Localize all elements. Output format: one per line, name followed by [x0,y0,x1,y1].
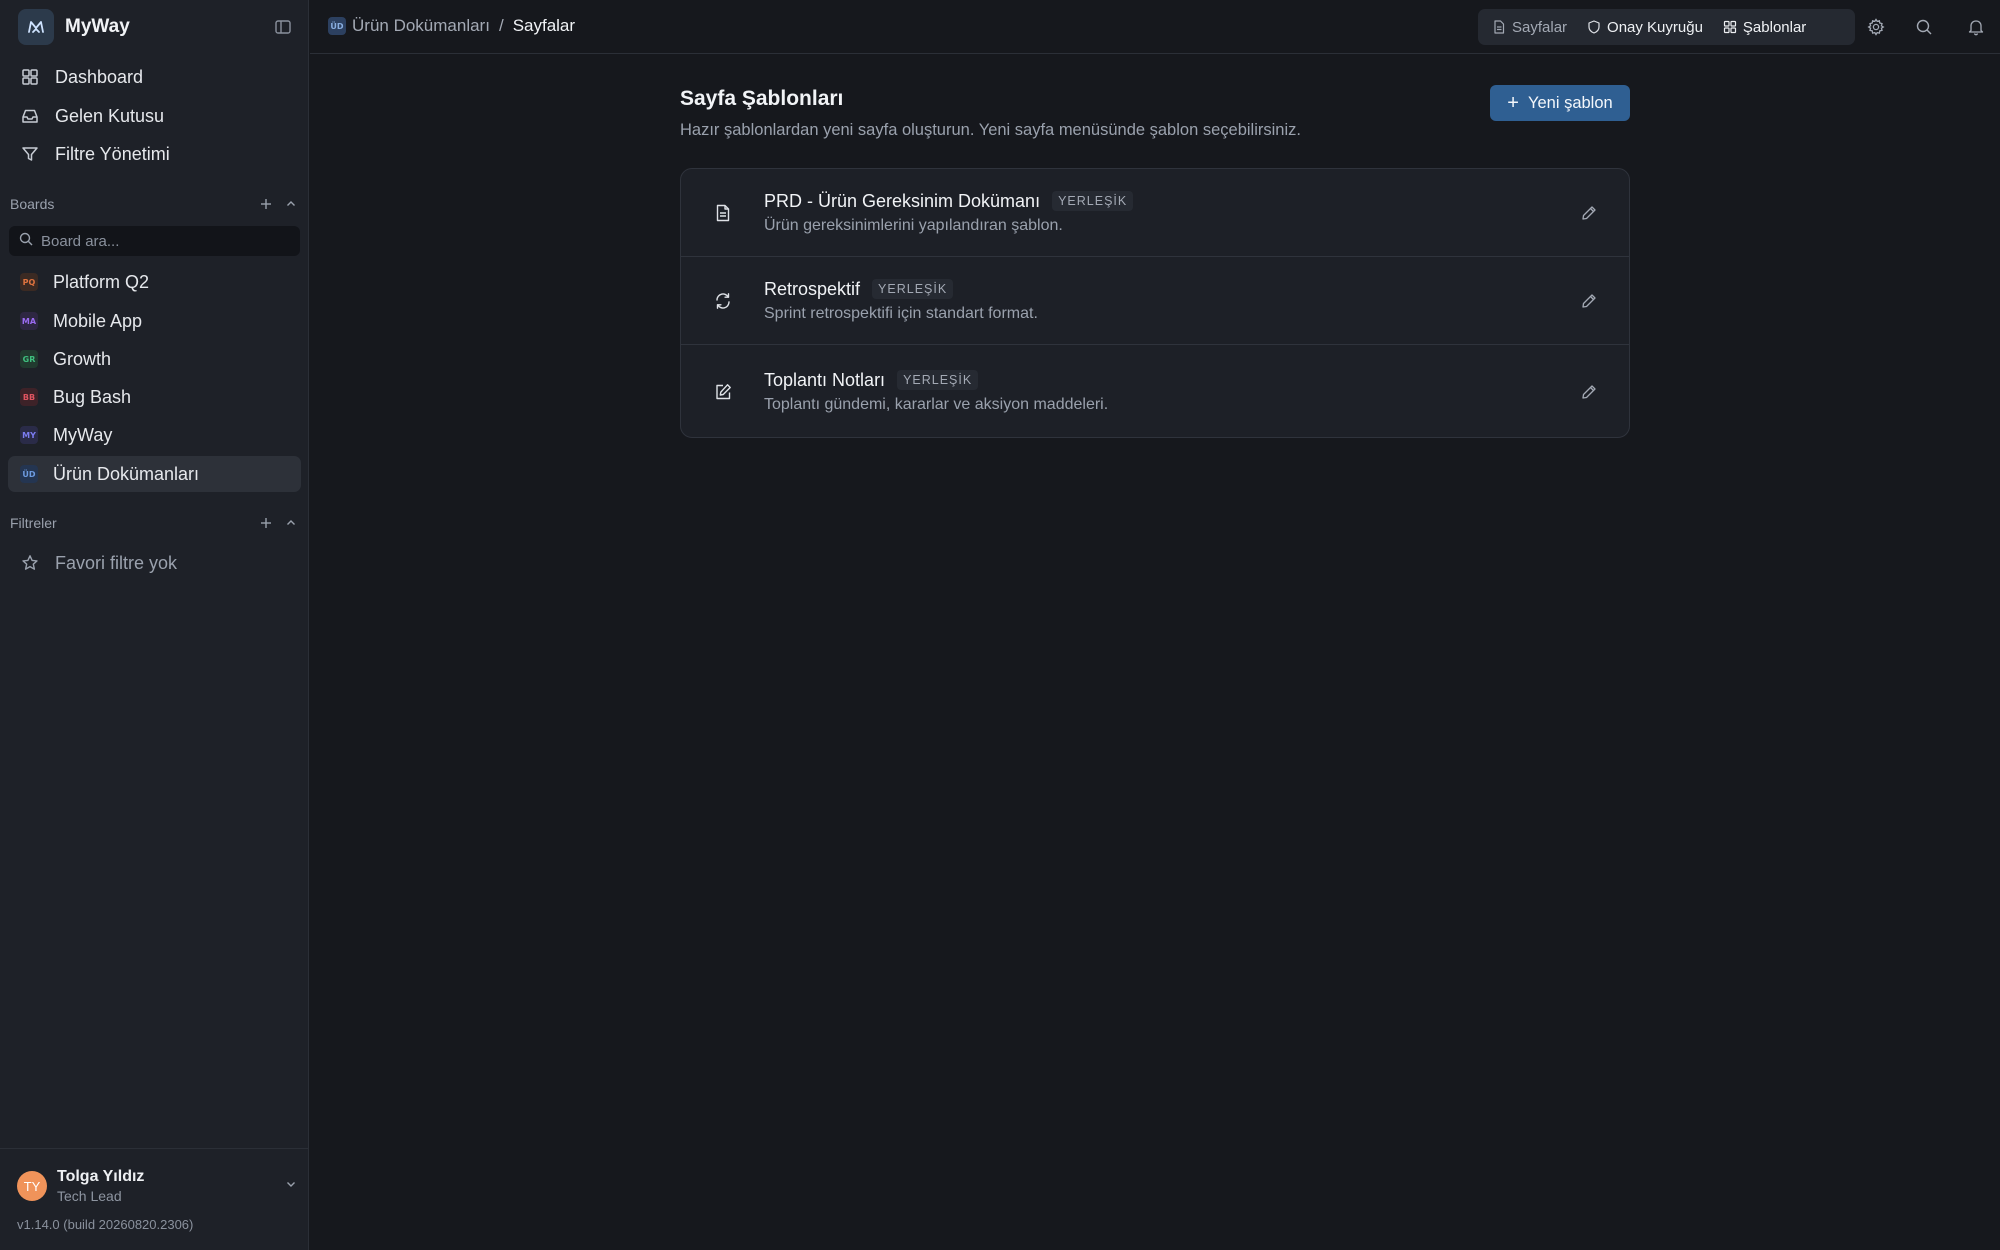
board-badge: ÜD [20,465,38,483]
tab-approval-queue[interactable]: Onay Kuyruğu [1577,13,1713,41]
document-icon [713,203,733,223]
nav-filters[interactable]: Filtre Yönetimi [8,136,301,172]
new-template-button-label: Yeni şablon [1527,93,1613,112]
builtin-badge: YERLEŞİK [872,279,954,299]
board-item-growth[interactable]: GR Growth [8,341,301,377]
board-badge: GR [20,350,38,368]
avatar: TY [17,1171,47,1201]
new-template-button[interactable]: + Yeni şablon [1490,85,1630,121]
template-description: Ürün gereksinimlerini yapılandıran şablo… [764,216,1063,234]
tab-pages-label: Sayfalar [1512,18,1568,36]
grid-icon [1723,20,1737,34]
page-title: Sayfa Şablonları [680,87,844,110]
user-menu[interactable]: TY Tolga Yıldız Tech Lead [17,1166,297,1206]
add-filter-icon[interactable] [257,514,275,532]
board-search-input[interactable] [41,232,281,250]
tab-templates-label: Şablonlar [1742,18,1807,36]
builtin-badge: YERLEŞİK [897,370,979,390]
filter-icon [20,144,40,164]
sidebar-toggle-icon[interactable] [274,18,292,36]
brand[interactable]: MyWay [18,9,130,45]
sidebar: MyWay Dashboard Gelen Kutusu Filtre Yöne… [0,0,309,1250]
boards-section-header: Boards [10,194,300,214]
search-icon[interactable] [1914,17,1934,37]
board-label: MyWay [53,424,113,445]
tab-pages[interactable]: Sayfalar [1482,13,1577,41]
top-bar: ÜD Ürün Dokümanları / Sayfalar Sayfalar … [310,0,2000,54]
collapse-filters-chevron-up-icon[interactable] [282,514,300,532]
template-row-retrospektif[interactable]: Retrospektif YERLEŞİK Sprint retrospekti… [681,256,1629,344]
edit-pencil-icon[interactable] [1579,203,1599,223]
board-label: Bug Bash [53,386,132,407]
refresh-icon [713,291,733,311]
board-badge: MA [20,312,38,330]
board-label: Mobile App [53,310,143,331]
edit-pencil-icon[interactable] [1579,382,1599,402]
builtin-badge: YERLEŞİK [1052,191,1134,211]
breadcrumb-separator: / [498,16,504,35]
breadcrumb-parent-link[interactable]: Ürün Dokümanları [352,16,490,36]
plus-icon: + [1507,92,1519,114]
brand-logo-icon [18,9,54,45]
dashboard-icon [20,67,40,87]
board-label: Growth [53,348,112,369]
nav-inbox-label: Gelen Kutusu [55,105,165,126]
settings-gear-icon[interactable] [1866,17,1886,37]
board-item-urun-dokumanlari[interactable]: ÜD Ürün Dokümanları [8,456,301,492]
shield-icon [1587,20,1601,34]
board-label: Ürün Dokümanları [53,463,200,484]
nav-dashboard[interactable]: Dashboard [8,59,301,95]
board-badge: MY [20,426,38,444]
board-item-bug-bash[interactable]: BB Bug Bash [8,379,301,415]
view-tabs: Sayfalar Onay Kuyruğu Şablonlar [1478,9,1855,45]
template-title: Retrospektif [764,278,861,299]
board-badge: PQ [20,273,38,291]
breadcrumb: ÜD Ürün Dokümanları / Sayfalar [328,16,575,36]
edit-square-icon [713,382,733,402]
nav-dashboard-label: Dashboard [55,66,144,87]
breadcrumb-board-badge: ÜD [328,17,346,35]
notification-bell-icon[interactable] [1966,17,1986,37]
tab-approval-queue-label: Onay Kuyruğu [1607,18,1703,36]
inbox-icon [20,106,40,126]
board-item-myway[interactable]: MY MyWay [8,417,301,453]
divider [0,1148,309,1149]
user-name: Tolga Yıldız [57,1168,145,1185]
nav-filters-label: Filtre Yönetimi [55,143,170,164]
template-title: Toplantı Notları [764,369,886,390]
board-badge: BB [20,388,38,406]
chevron-down-icon [285,1177,297,1195]
filters-section-header: Filtreler [10,513,300,533]
brand-name: MyWay [65,16,130,37]
user-role: Tech Lead [57,1188,122,1204]
collapse-boards-chevron-up-icon[interactable] [282,195,300,213]
add-board-icon[interactable] [257,195,275,213]
page-subtitle: Hazır şablonlardan yeni sayfa oluşturun.… [680,121,1301,139]
edit-pencil-icon[interactable] [1579,291,1599,311]
template-list: PRD - Ürün Gereksinim Dokümanı YERLEŞİK … [680,168,1630,438]
star-icon [20,553,40,573]
tab-templates[interactable]: Şablonlar [1713,13,1816,41]
nav-inbox[interactable]: Gelen Kutusu [8,98,301,134]
template-description: Toplantı gündemi, kararlar ve aksiyon ma… [764,395,1109,413]
favorite-filters-empty-label: Favori filtre yok [55,552,178,573]
board-search[interactable] [9,226,300,256]
filters-heading: Filtreler [10,515,57,531]
template-description: Sprint retrospektifi için standart forma… [764,304,1038,322]
app-version: v1.14.0 (build 20260820.2306) [17,1217,194,1232]
template-title: PRD - Ürün Gereksinim Dokümanı [764,190,1041,211]
boards-heading: Boards [10,196,55,212]
search-icon [19,232,33,251]
template-row-prd[interactable]: PRD - Ürün Gereksinim Dokümanı YERLEŞİK … [681,169,1629,256]
document-icon [1492,20,1506,34]
template-row-toplanti-notlari[interactable]: Toplantı Notları YERLEŞİK Toplantı günde… [681,344,1629,437]
board-item-mobile-app[interactable]: MA Mobile App [8,303,301,339]
breadcrumb-current: Sayfalar [512,16,576,35]
favorite-filters-empty: Favori filtre yok [8,545,301,581]
board-item-platform-q2[interactable]: PQ Platform Q2 [8,264,301,300]
board-label: Platform Q2 [53,271,150,292]
